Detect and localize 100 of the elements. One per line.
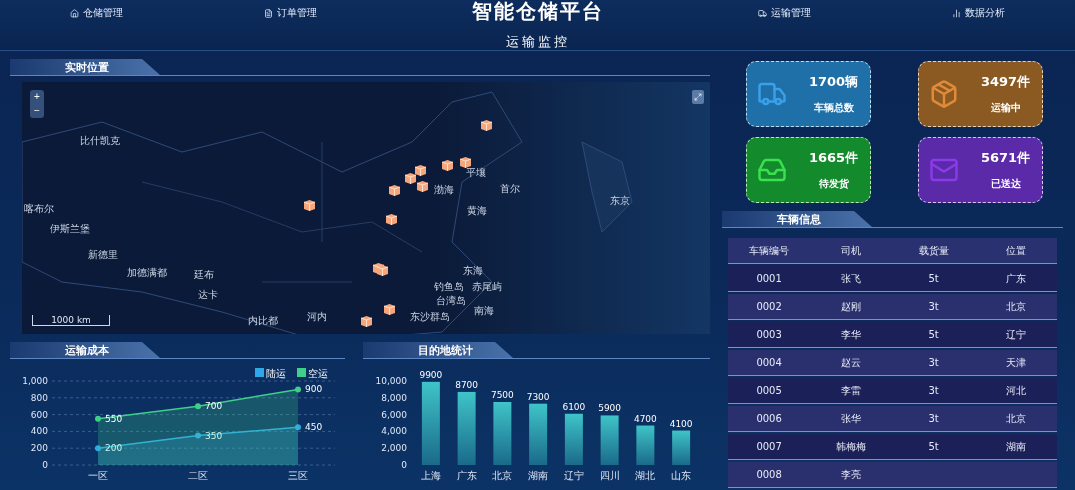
table-row[interactable]: 0005 李雷 3t 河北 [728, 378, 1057, 404]
map-label: 平壤 [466, 166, 486, 180]
map-label: 加德满都 [127, 266, 167, 280]
fullscreen-button[interactable] [692, 90, 704, 104]
package-icon[interactable] [376, 262, 389, 275]
table-row[interactable]: 0008 李亮 [728, 462, 1057, 488]
table-cell-text: 5t [927, 441, 940, 452]
column-header: 位置 [1004, 243, 1027, 258]
bar [529, 403, 548, 465]
axis-tick-label: 1,000 [22, 376, 48, 386]
data-label: 7500 [490, 390, 514, 400]
data-point [195, 403, 201, 410]
table-cell-text: 0007 [755, 441, 783, 452]
table-cell-text: 0004 [755, 357, 783, 368]
column-header: 车辆编号 [748, 243, 791, 258]
stat-value: 1665件 [808, 149, 859, 167]
table-cell-text: 3t [927, 385, 940, 396]
axis-category-label: 辽宁 [563, 470, 584, 481]
zoom-in-button[interactable]: + [30, 90, 44, 104]
nav-link[interactable]: 订单管理 [264, 6, 318, 20]
data-label: 4100 [669, 418, 693, 429]
legend-label: 空运 [308, 368, 328, 379]
axis-tick-label: 8,000 [381, 392, 407, 403]
table-row[interactable]: 0004 赵云 3t 天津 [728, 350, 1057, 376]
table-cell-text: 0003 [755, 329, 783, 340]
axis-category-label: 二区 [188, 470, 208, 481]
map-label: 南海 [474, 304, 494, 318]
package-icon[interactable] [360, 313, 373, 326]
table-cell-text: 0005 [755, 385, 783, 396]
map-scale: 1000 km [32, 315, 110, 326]
package-icon[interactable] [388, 182, 401, 195]
table-cell-text: 0001 [755, 273, 783, 284]
table-cell-text: 3t [927, 413, 940, 424]
axis-category-label: 湖南 [528, 470, 549, 481]
bar [672, 430, 691, 465]
axis-category-label: 上海 [420, 470, 441, 481]
table-row[interactable]: 0001 张飞 5t 广东 [728, 266, 1057, 292]
map[interactable]: 比什凯克 喀布尔 伊斯兰堡 新德里 加德满都 廷布 达卡 内比都 河内 渤海 平壤 首尔 黄海 东京 东海 钓鱼岛 赤尾屿 台湾岛 东沙群岛 南海 + − 1000 km [22, 82, 710, 334]
stat-label: 车辆总数 [813, 101, 854, 115]
data-label: 8700 [455, 379, 479, 390]
table-row[interactable]: 0007 韩梅梅 5t 湖南 [728, 434, 1057, 460]
nav-link[interactable]: 仓储管理 [70, 6, 124, 20]
data-label: 7300 [526, 391, 550, 402]
data-label: 550 [105, 413, 123, 424]
package-icon[interactable] [480, 117, 493, 130]
table-cell-text: 李华 [840, 327, 863, 342]
axis-tick-label: 400 [30, 426, 48, 437]
map-label: 新德里 [88, 248, 118, 262]
document-icon [264, 8, 274, 18]
zoom-out-button[interactable]: − [30, 104, 44, 118]
table-cell-text: 3t [927, 357, 940, 368]
bar [636, 425, 655, 465]
map-label: 内比都 [248, 314, 278, 328]
package-icon[interactable] [404, 170, 417, 183]
package-icon[interactable] [385, 211, 398, 224]
column-header: 司机 [840, 243, 863, 258]
table-cell-text: 天津 [1004, 355, 1027, 370]
data-label: 350 [205, 430, 223, 441]
data-label: 900 [305, 384, 323, 395]
axis-category-label: 四川 [599, 470, 620, 481]
data-point [295, 386, 301, 393]
axis-category-label: 广东 [456, 470, 477, 481]
stat-label: 已送达 [990, 177, 1021, 191]
axis-category-label: 山东 [671, 470, 692, 481]
section-title: 实时位置 [10, 59, 160, 75]
bar-chart-icon [951, 8, 961, 18]
axis-category-label: 三区 [288, 470, 308, 481]
table-cell-text: 北京 [1004, 411, 1027, 426]
page-subtitle: 运输监控 [505, 33, 570, 51]
data-point [295, 424, 301, 431]
data-label: 9900 [419, 369, 443, 380]
bar [600, 415, 619, 465]
package-icon[interactable] [441, 157, 454, 170]
axis-tick-label: 6,000 [381, 409, 407, 420]
nav-link[interactable]: 运输管理 [757, 6, 811, 20]
package-icon[interactable] [459, 154, 472, 167]
table-row[interactable]: 0006 张华 3t 北京 [728, 406, 1057, 432]
axis-tick-label: 0 [401, 460, 407, 470]
data-point [95, 415, 101, 422]
map-label: 首尔 [500, 182, 520, 196]
map-label: 台湾岛 [436, 294, 466, 308]
map-label: 喀布尔 [24, 202, 54, 216]
table-cell-text: 湖南 [1004, 439, 1027, 454]
package-icon[interactable] [416, 178, 429, 191]
bar [493, 402, 512, 465]
table-row[interactable]: 0002 赵刚 3t 北京 [728, 294, 1057, 320]
package-icon[interactable] [303, 197, 316, 210]
axis-tick-label: 0 [42, 460, 48, 470]
axis-tick-label: 600 [30, 409, 48, 420]
package-icon[interactable] [383, 301, 396, 314]
nav-link[interactable]: 数据分析 [951, 6, 1005, 20]
data-point [195, 432, 201, 439]
package-icon[interactable] [414, 162, 427, 175]
stat-value: 1700辆 [808, 73, 859, 91]
table-row[interactable]: 0003 李华 5t 辽宁 [728, 322, 1057, 348]
data-label: 450 [305, 422, 323, 433]
axis-tick-label: 2,000 [381, 443, 407, 454]
page-title: 智能仓储平台 [471, 0, 604, 25]
table-cell-text: 李亮 [840, 467, 863, 482]
table-cell-text: 北京 [1004, 299, 1027, 314]
